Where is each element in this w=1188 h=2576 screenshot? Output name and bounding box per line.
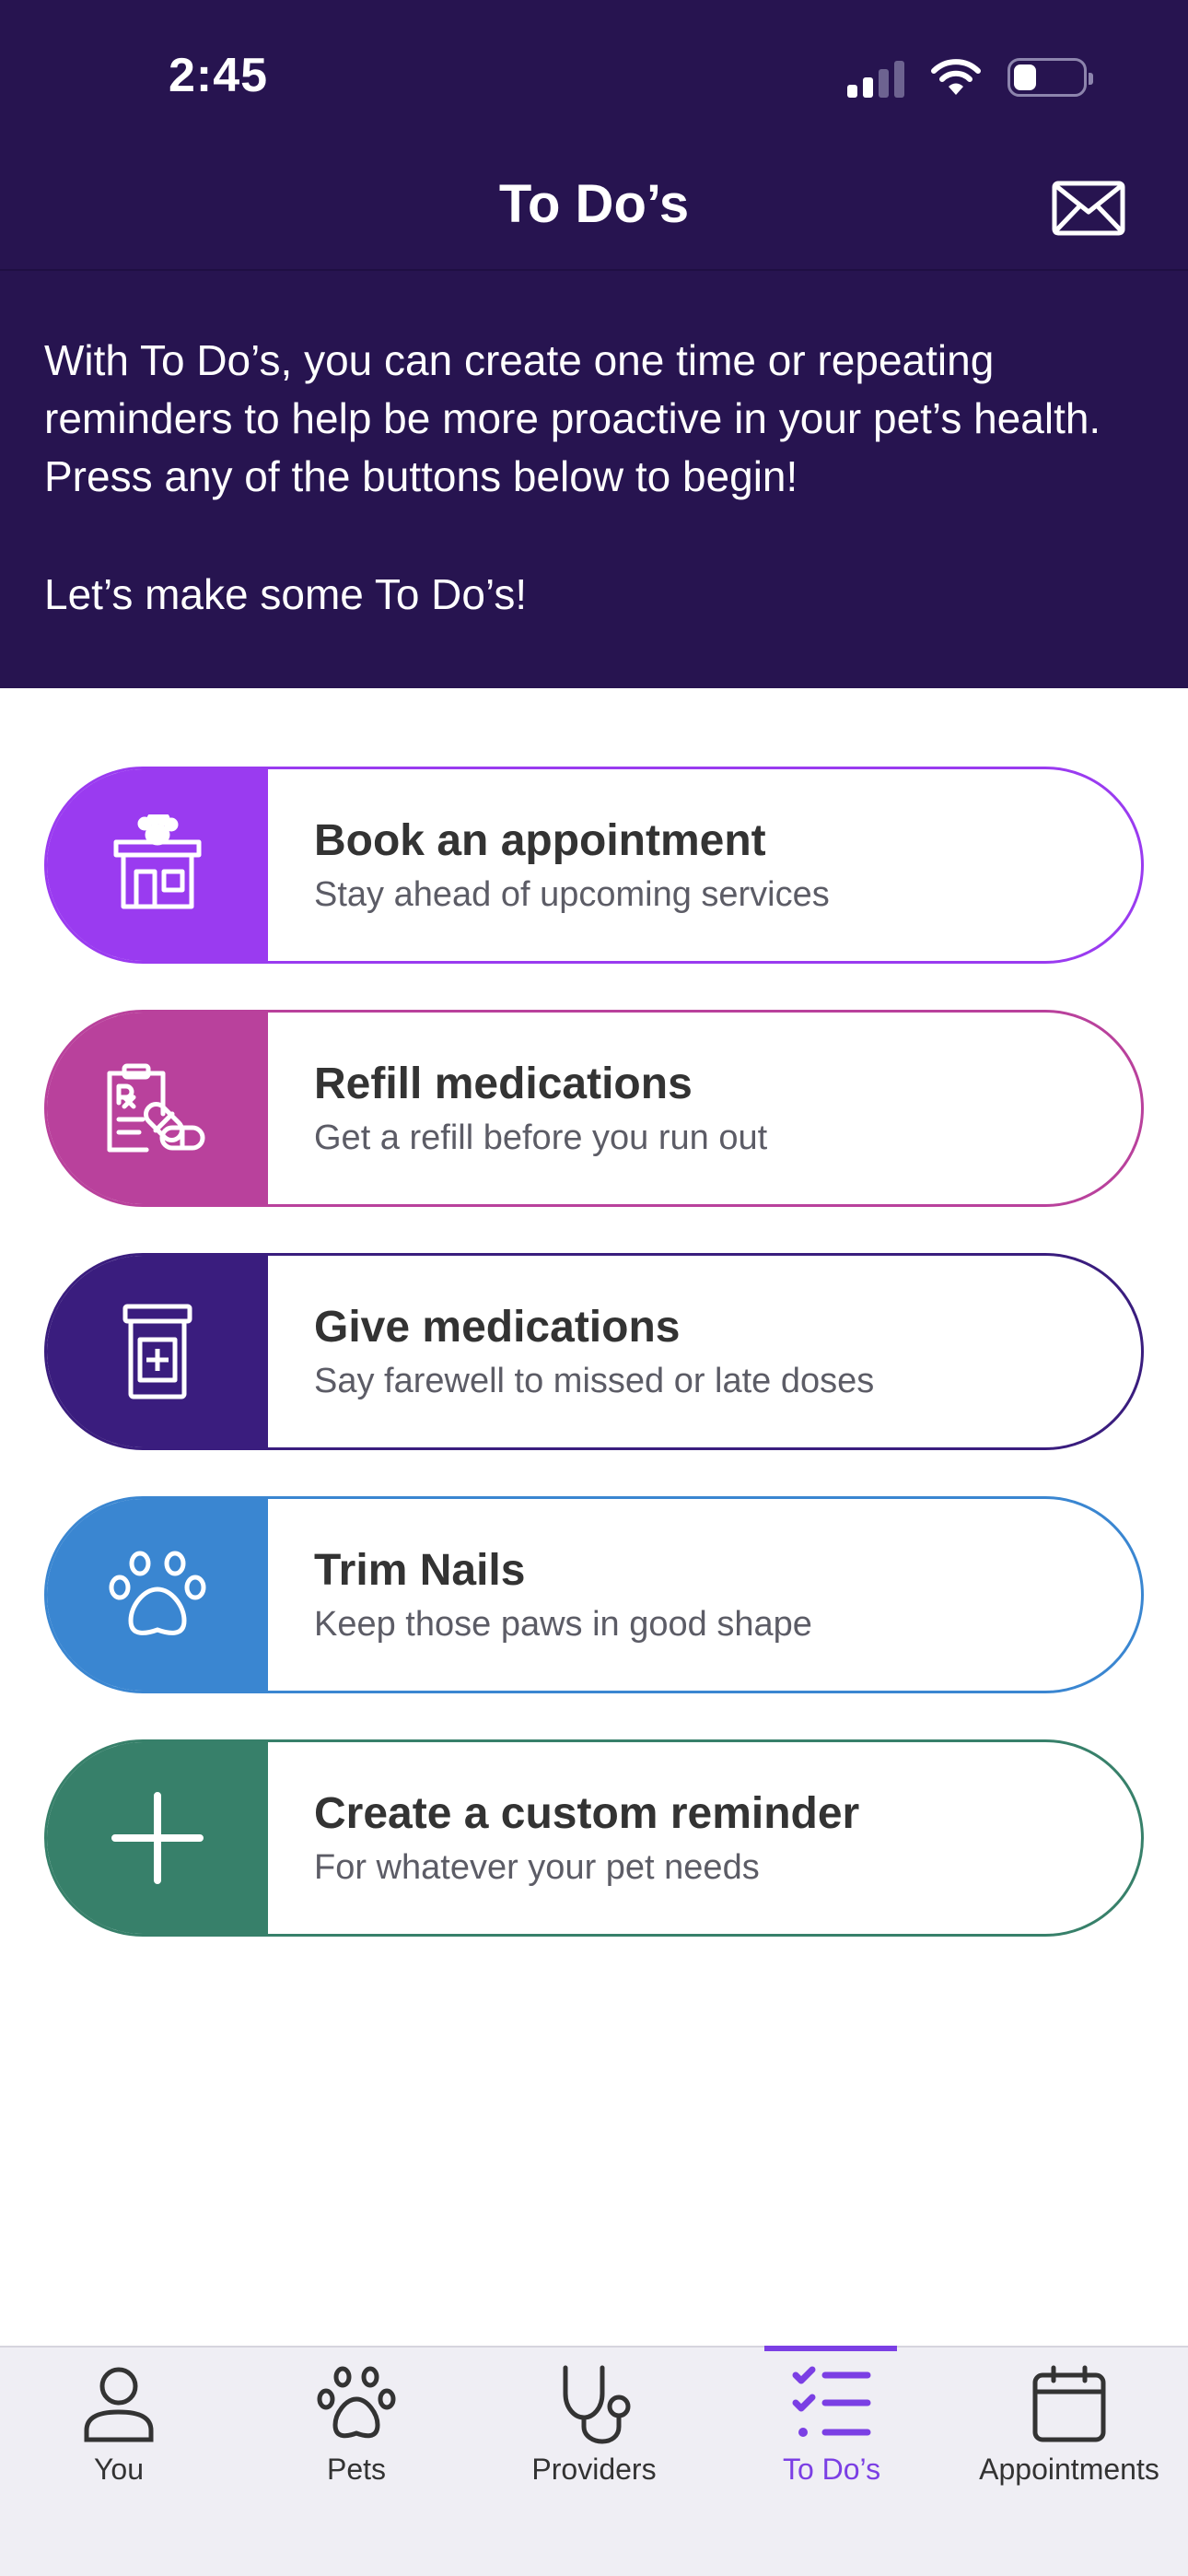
- card-subtitle: For whatever your pet needs: [314, 1848, 760, 1887]
- intro-cta: Let’s make some To Do’s!: [44, 570, 528, 618]
- card-title: Refill medications: [314, 1060, 693, 1108]
- card-subtitle: Keep those paws in good shape: [314, 1605, 812, 1644]
- header-divider: [0, 269, 1188, 271]
- book-appointment-card[interactable]: Book an appointment Stay ahead of upcomi…: [44, 767, 1144, 964]
- tab-label: Pets: [326, 2453, 387, 2486]
- tab-providers[interactable]: Providers: [475, 2348, 713, 2513]
- paw-icon: [317, 2366, 396, 2439]
- card-icon-panel: [47, 1256, 268, 1447]
- card-subtitle: Say farewell to missed or late doses: [314, 1362, 875, 1400]
- status-time: 2:45: [169, 49, 269, 102]
- custom-reminder-card[interactable]: Create a custom reminder For whatever yo…: [44, 1739, 1144, 1937]
- calendar-icon: [1032, 2365, 1106, 2442]
- card-title: Book an appointment: [314, 816, 766, 865]
- header: 2:45 To Do’s With To Do’s, you can creat…: [0, 0, 1188, 688]
- trim-nails-card[interactable]: Trim Nails Keep those paws in good shape: [44, 1496, 1144, 1693]
- tab-bar: You Pets Providers To Do’s Appointments: [0, 2346, 1188, 2576]
- checklist-icon: [792, 2366, 871, 2437]
- signal-icon: [847, 57, 904, 98]
- prescription-pills-icon: [107, 1063, 205, 1153]
- page-title: To Do’s: [498, 174, 690, 234]
- card-subtitle: Stay ahead of upcoming services: [314, 875, 830, 914]
- tab-label: To Do’s: [782, 2453, 881, 2486]
- battery-icon: [1007, 58, 1093, 97]
- tab-label: Appointments: [979, 2453, 1159, 2486]
- clinic-paw-icon: [113, 814, 202, 909]
- card-subtitle: Get a refill before you run out: [314, 1118, 768, 1157]
- refill-medications-card[interactable]: Refill medications Get a refill before y…: [44, 1010, 1144, 1207]
- intro-text: With To Do’s, you can create one time or…: [44, 336, 1101, 500]
- card-title: Trim Nails: [314, 1546, 526, 1595]
- medicine-bottle-icon: [122, 1304, 192, 1399]
- mail-icon[interactable]: [1052, 181, 1125, 236]
- card-icon-panel: [47, 1499, 268, 1691]
- tab-label: You: [94, 2453, 144, 2486]
- status-icons: [847, 57, 1093, 98]
- card-icon-panel: [47, 1013, 268, 1204]
- tab-label: Providers: [531, 2453, 657, 2486]
- paw-icon: [109, 1551, 206, 1635]
- tab-todos[interactable]: To Do’s: [713, 2348, 950, 2513]
- person-icon: [84, 2367, 154, 2442]
- stethoscope-icon: [563, 2365, 631, 2444]
- give-medications-card[interactable]: Give medications Say farewell to missed …: [44, 1253, 1144, 1450]
- plus-icon: [111, 1792, 204, 1884]
- card-title: Create a custom reminder: [314, 1789, 860, 1838]
- card-title: Give medications: [314, 1303, 681, 1352]
- tab-appointments[interactable]: Appointments: [950, 2348, 1188, 2513]
- tab-pets[interactable]: Pets: [238, 2348, 475, 2513]
- card-icon-panel: [47, 1742, 268, 1934]
- wifi-icon: [931, 59, 981, 95]
- card-icon-panel: [47, 769, 268, 961]
- tab-you[interactable]: You: [0, 2348, 238, 2513]
